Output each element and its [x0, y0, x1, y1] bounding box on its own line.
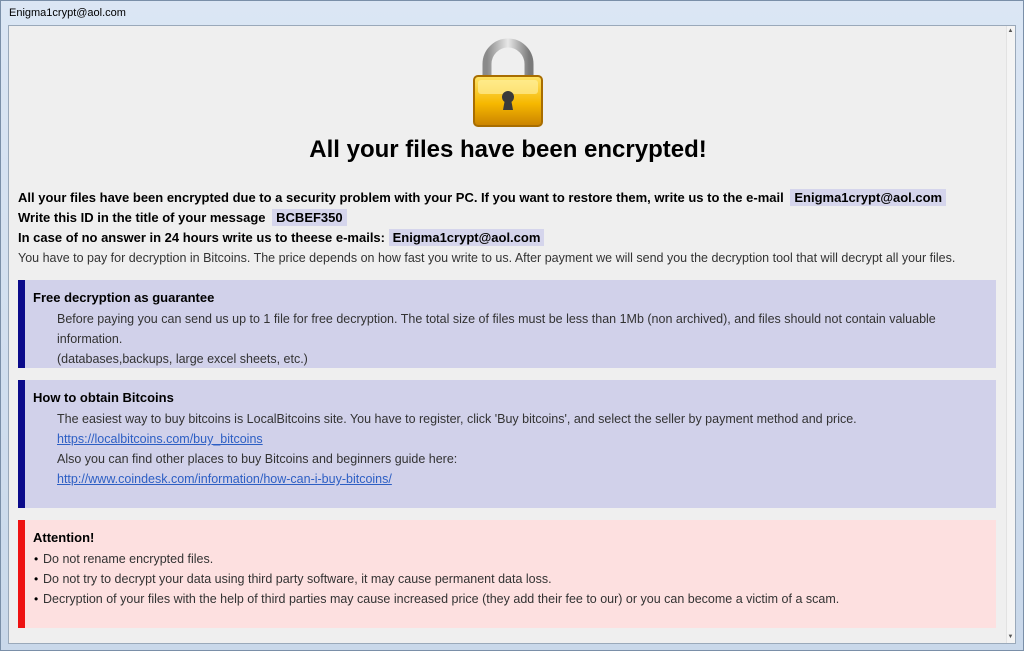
bitcoins-text: The easiest way to buy bitcoins is Local… — [33, 409, 996, 489]
ransom-window: Enigma1crypt@aol.com ▲ ▼ All your files … — [0, 0, 1024, 651]
vertical-scrollbar[interactable]: ▲ ▼ — [1006, 26, 1015, 643]
guarantee-text: Before paying you can send us up to 1 fi… — [33, 309, 996, 369]
intro-line-2-text: Write this ID in the title of your messa… — [18, 210, 266, 225]
attention-title: Attention! — [33, 530, 95, 545]
bullet-icon: • — [34, 552, 39, 566]
intro-line-2: Write this ID in the title of your messa… — [18, 209, 347, 226]
page-title: All your files have been encrypted! — [309, 136, 707, 163]
ransom-note-content: ▲ ▼ All your files have been encrypted! … — [8, 25, 1016, 644]
attention-box: Attention! • Do not rename encrypted file… — [18, 520, 996, 628]
bullet-icon: • — [34, 592, 39, 606]
localbitcoins-link[interactable]: https://localbitcoins.com/buy_bitcoins — [57, 432, 263, 446]
attention-list: • Do not rename encrypted files. • Do not … — [33, 549, 996, 609]
backup-email[interactable]: Enigma1crypt@aol.com — [388, 229, 545, 246]
intro-line-1: All your files have been encrypted due t… — [18, 189, 947, 206]
bullet-icon: • — [34, 572, 39, 586]
window-title: Enigma1crypt@aol.com — [9, 7, 126, 19]
bitcoins-line-2: Also you can find other places to buy Bi… — [57, 452, 458, 466]
bitcoins-title: How to obtain Bitcoins — [33, 390, 174, 405]
guarantee-line-1: Before paying you can send us up to 1 fi… — [57, 312, 936, 346]
coindesk-link[interactable]: http://www.coindesk.com/information/how-… — [57, 472, 392, 486]
guarantee-title: Free decryption as guarantee — [33, 290, 215, 305]
scroll-up-arrow-icon[interactable]: ▲ — [1007, 28, 1014, 35]
intro-line-3-text: In case of no answer in 24 hours write u… — [18, 230, 385, 245]
payment-instructions: You have to pay for decryption in Bitcoi… — [18, 251, 956, 265]
guarantee-line-2: (databases,backups, large excel sheets, … — [57, 352, 308, 366]
bitcoins-line-1: The easiest way to buy bitcoins is Local… — [57, 412, 857, 426]
list-item: • Do not rename encrypted files. — [33, 549, 996, 569]
padlock-icon — [473, 38, 543, 127]
list-item: • Decryption of your files with the help … — [33, 589, 996, 609]
list-item: • Do not try to decrypt your data using t… — [33, 569, 996, 589]
intro-line-1-text: All your files have been encrypted due t… — [18, 190, 784, 205]
bitcoins-box: How to obtain Bitcoins The easiest way t… — [18, 380, 996, 508]
contact-email[interactable]: Enigma1crypt@aol.com — [790, 189, 947, 206]
intro-line-3: In case of no answer in 24 hours write u… — [18, 229, 545, 246]
guarantee-box: Free decryption as guarantee Before payi… — [18, 280, 996, 368]
scroll-down-arrow-icon[interactable]: ▼ — [1007, 634, 1014, 641]
victim-id[interactable]: BCBEF350 — [272, 209, 347, 226]
